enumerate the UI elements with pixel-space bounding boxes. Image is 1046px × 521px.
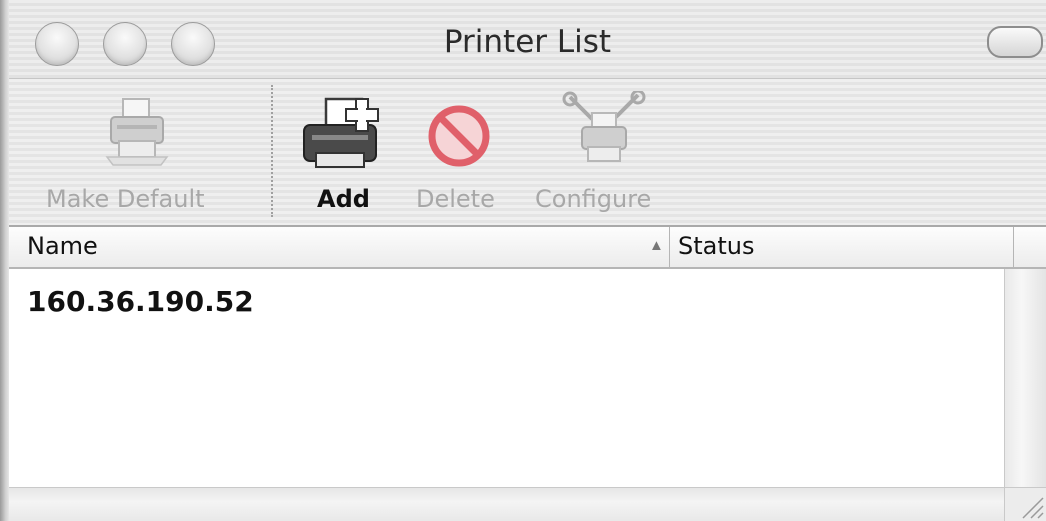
resize-grip-icon [1022, 497, 1044, 519]
column-header-name[interactable]: Name [27, 232, 98, 260]
vertical-scrollbar[interactable] [1004, 269, 1046, 487]
title-bar[interactable]: Printer List [9, 0, 1046, 79]
add-label: Add [317, 185, 370, 213]
configure-button[interactable]: Configure [532, 79, 677, 225]
window-edge [0, 0, 9, 521]
printer-table: 160.36.190.52 [9, 269, 1004, 487]
horizontal-scrollbar[interactable] [9, 487, 1004, 521]
resize-handle[interactable] [1004, 487, 1046, 521]
printer-list-window: Printer List Make Default Add Delete Con… [0, 0, 1046, 521]
make-default-button[interactable]: Make Default [20, 79, 250, 225]
configure-label: Configure [535, 185, 652, 213]
toolbar-separator [271, 85, 273, 217]
delete-label: Delete [416, 185, 495, 213]
column-divider [1013, 227, 1014, 267]
toolbar-toggle-button[interactable] [987, 26, 1043, 58]
table-row[interactable]: 160.36.190.52 [27, 285, 254, 318]
make-default-label: Make Default [46, 185, 205, 213]
column-header-status[interactable]: Status [678, 232, 754, 260]
column-divider[interactable] [669, 227, 670, 267]
printer-tools-icon [562, 91, 646, 162]
delete-button[interactable]: Delete [404, 79, 514, 225]
printer-icon [105, 98, 169, 166]
printer-add-icon [303, 97, 379, 168]
no-entry-icon [428, 105, 490, 167]
add-button[interactable]: Add [294, 79, 394, 225]
window-title: Printer List [443, 24, 612, 60]
table-header: Name ▲ Status [9, 227, 1046, 269]
sort-ascending-icon: ▲ [649, 237, 664, 254]
toolbar: Make Default Add Delete Configure [9, 79, 1046, 227]
